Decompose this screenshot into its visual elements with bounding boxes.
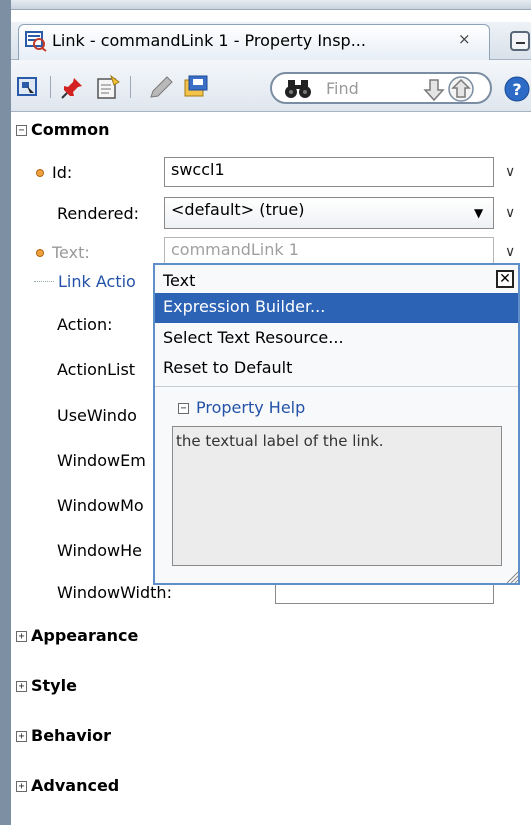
pin-icon[interactable] [60,76,84,100]
toolbar-separator [130,76,131,98]
id-label: Id: [52,163,73,182]
section-behavior[interactable]: Behavior [31,726,111,745]
property-help-heading[interactable]: Property Help [196,398,305,417]
select-component-icon[interactable] [16,76,40,98]
window-frame-edge [0,0,11,825]
id-field[interactable]: swccl1 [164,157,494,187]
help-icon[interactable]: ? [504,76,530,102]
windowmodality-label: WindowMo [57,496,144,515]
property-help-text: the textual label of the link. [176,432,384,450]
section-common[interactable]: Common [31,120,109,139]
required-icon [36,169,44,177]
usewindow-label: UseWindo [57,406,137,425]
appearance-expand-icon[interactable]: + [16,631,27,642]
property-inspector-icon [25,31,47,52]
pencil-icon[interactable] [148,76,174,100]
menu-item-select-text-resource[interactable]: Select Text Resource... [155,324,518,354]
action-label: Action: [57,315,113,334]
menu-item-reset-to-default[interactable]: Reset to Default [155,354,518,384]
section-appearance[interactable]: Appearance [31,626,138,645]
popup-title: Text [163,271,196,290]
section-advanced[interactable]: Advanced [31,776,119,795]
toolbar-separator [50,76,51,98]
rendered-select[interactable]: <default> (true) [164,197,494,229]
svg-text:?: ? [512,80,521,99]
windowheight-label: WindowHe [57,541,142,560]
required-icon [36,249,44,257]
property-help-collapse-icon[interactable]: − [178,403,189,414]
window-top-bar [11,0,531,10]
tree-connector [34,281,54,282]
find-previous-icon[interactable] [448,76,474,102]
find-next-icon[interactable] [422,78,446,102]
binoculars-icon[interactable] [283,78,313,100]
behavior-expand-icon[interactable]: + [16,731,27,742]
text-menu-chevron-icon[interactable]: ∨ [505,244,515,260]
edit-document-icon[interactable] [95,74,121,100]
section-style[interactable]: Style [31,676,77,695]
tab-title: Link - commandLink 1 - Property Insp... [52,31,366,50]
link-action-group-label[interactable]: Link Actio [58,272,136,291]
windowembed-label: WindowEm [57,451,146,470]
save-image-icon[interactable] [183,74,209,100]
select-arrow-icon: ▼ [474,206,484,220]
minimize-window-button[interactable] [510,31,530,51]
find-placeholder: Find [326,79,359,98]
menu-item-expression-builder[interactable]: Expression Builder... [155,293,518,323]
rendered-label: Rendered: [57,204,139,223]
windowwidth-label: WindowWidth: [57,583,172,602]
style-expand-icon[interactable]: + [16,681,27,692]
tab-close-icon[interactable]: × [458,30,471,48]
common-collapse-icon[interactable]: − [16,125,27,136]
actionlistener-label: ActionList [57,360,136,379]
resize-grip-icon[interactable] [505,570,519,584]
id-menu-chevron-icon[interactable]: ∨ [505,164,515,180]
text-label: Text: [52,243,90,262]
close-icon[interactable]: ✕ [496,270,514,288]
menu-divider [155,386,518,387]
advanced-expand-icon[interactable]: + [16,781,27,792]
rendered-menu-chevron-icon[interactable]: ∨ [505,205,515,221]
